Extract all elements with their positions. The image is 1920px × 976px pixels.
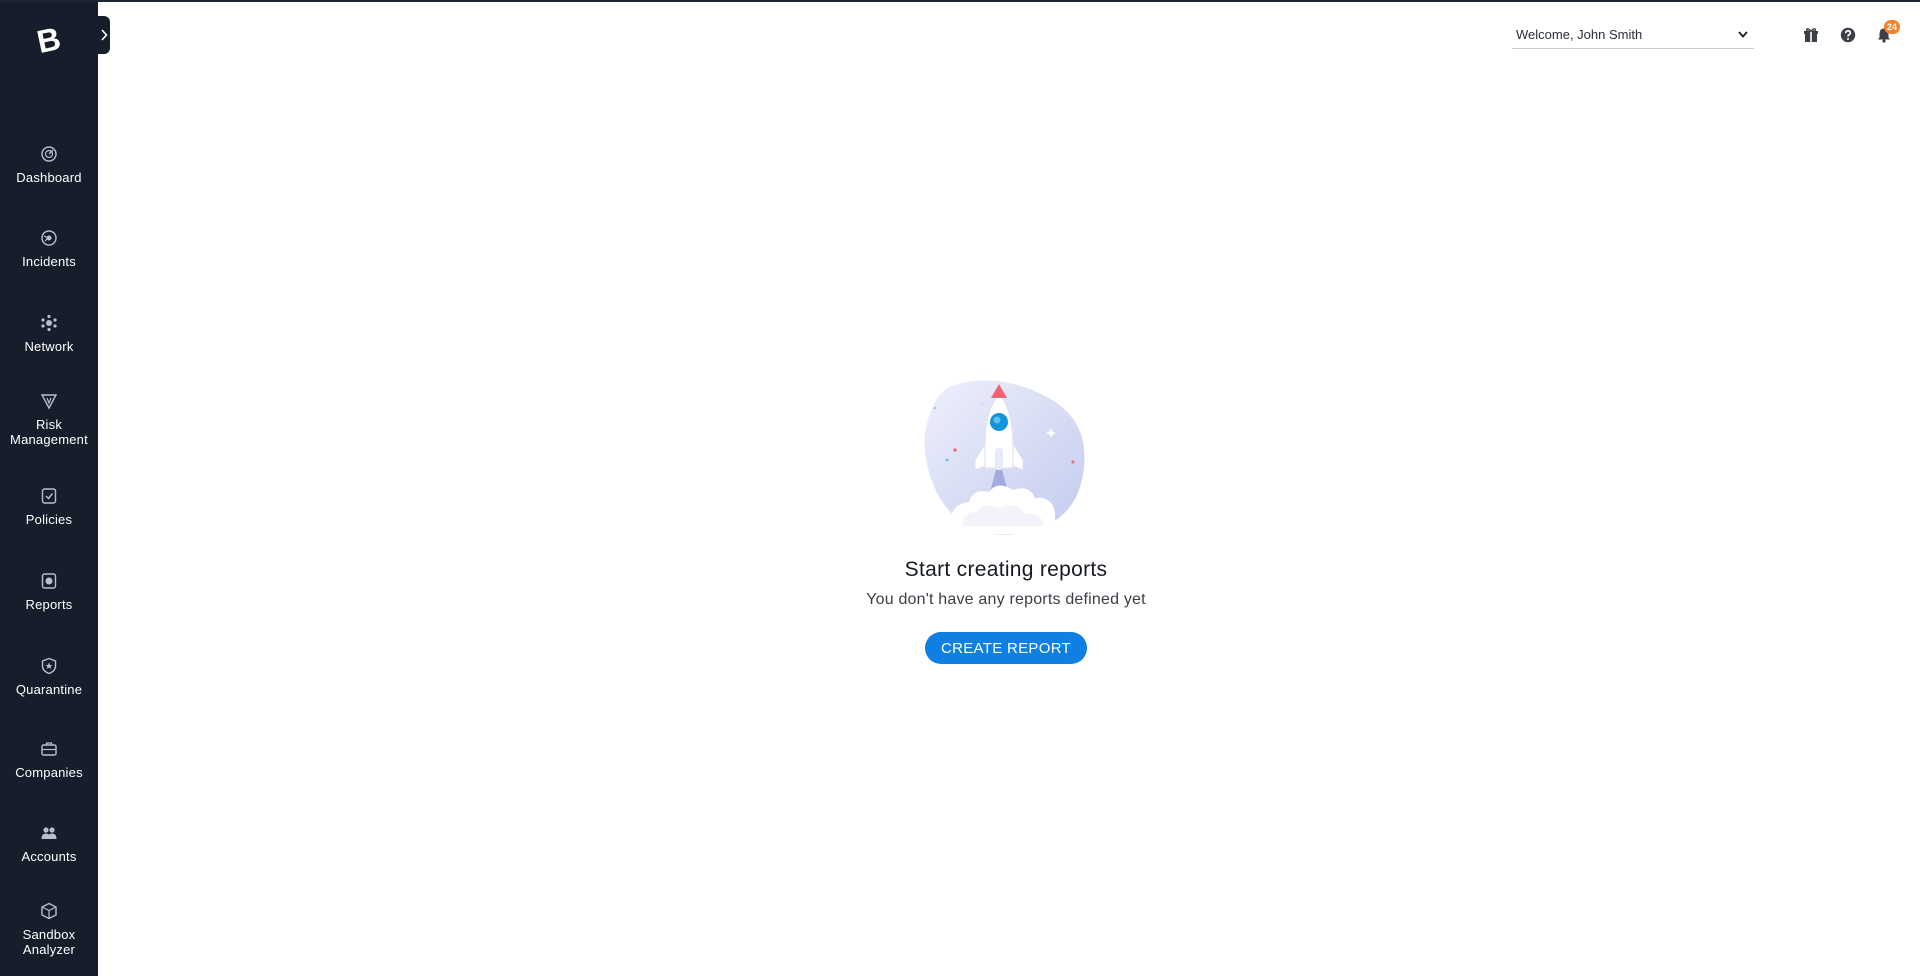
- sidebar: B Dashboard Incidents Network Risk Manag…: [0, 2, 98, 976]
- user-menu-select[interactable]: Welcome, John Smith: [1512, 21, 1754, 49]
- reports-icon: [39, 571, 59, 591]
- sidebar-item-risk-management[interactable]: Risk Management: [0, 391, 98, 447]
- sidebar-item-label: Sandbox Analyzer: [22, 927, 76, 957]
- sidebar-item-label: Dashboard: [16, 170, 82, 185]
- network-icon: [39, 313, 59, 333]
- rocket-illustration: [921, 376, 1093, 540]
- user-menu-label: Welcome, John Smith: [1516, 27, 1643, 42]
- chevron-right-icon: [101, 29, 108, 41]
- sidebar-item-dashboard[interactable]: Dashboard: [0, 144, 98, 185]
- empty-state: Start creating reports You don't have an…: [806, 376, 1206, 664]
- sidebar-toggle[interactable]: [98, 16, 110, 54]
- logo[interactable]: B: [30, 20, 68, 60]
- sidebar-item-sandbox-analyzer[interactable]: Sandbox Analyzer: [0, 901, 98, 957]
- sidebar-item-accounts[interactable]: Accounts: [0, 823, 98, 864]
- risk-management-icon: [39, 391, 59, 411]
- sidebar-item-companies[interactable]: Companies: [0, 739, 98, 780]
- sidebar-item-reports[interactable]: Reports: [0, 571, 98, 612]
- sidebar-item-label: Quarantine: [15, 682, 83, 697]
- sidebar-item-policies[interactable]: Policies: [0, 486, 98, 527]
- notifications-badge: 24: [1884, 20, 1901, 34]
- gift-icon[interactable]: [1801, 25, 1821, 45]
- sidebar-item-network[interactable]: Network: [0, 313, 98, 354]
- companies-icon: [39, 739, 59, 759]
- app-root: B Dashboard Incidents Network Risk Manag…: [0, 0, 1920, 976]
- empty-state-title: Start creating reports: [904, 558, 1108, 581]
- logo-icon: B: [34, 20, 64, 60]
- incidents-icon: [39, 228, 59, 248]
- svg-text:B: B: [34, 20, 64, 58]
- sandbox-analyzer-icon: [39, 901, 59, 921]
- sidebar-item-label: Risk Management: [10, 417, 88, 447]
- sidebar-item-label: Network: [24, 339, 74, 354]
- quarantine-icon: [39, 656, 59, 676]
- dashboard-icon: [39, 144, 59, 164]
- sidebar-item-label: Incidents: [22, 254, 76, 269]
- sidebar-item-label: Reports: [25, 597, 73, 612]
- empty-state-subtitle: You don't have any reports defined yet: [866, 591, 1146, 608]
- policies-icon: [39, 486, 59, 506]
- sidebar-item-label: Companies: [15, 765, 83, 780]
- create-report-button[interactable]: CREATE REPORT: [924, 632, 1088, 664]
- chevron-down-icon: [1738, 31, 1748, 38]
- sidebar-item-label: Policies: [25, 512, 73, 527]
- help-icon[interactable]: [1838, 25, 1858, 45]
- sidebar-item-incidents[interactable]: Incidents: [0, 228, 98, 269]
- sidebar-item-quarantine[interactable]: Quarantine: [0, 656, 98, 697]
- sidebar-item-label: Accounts: [21, 849, 77, 864]
- accounts-icon: [39, 823, 59, 843]
